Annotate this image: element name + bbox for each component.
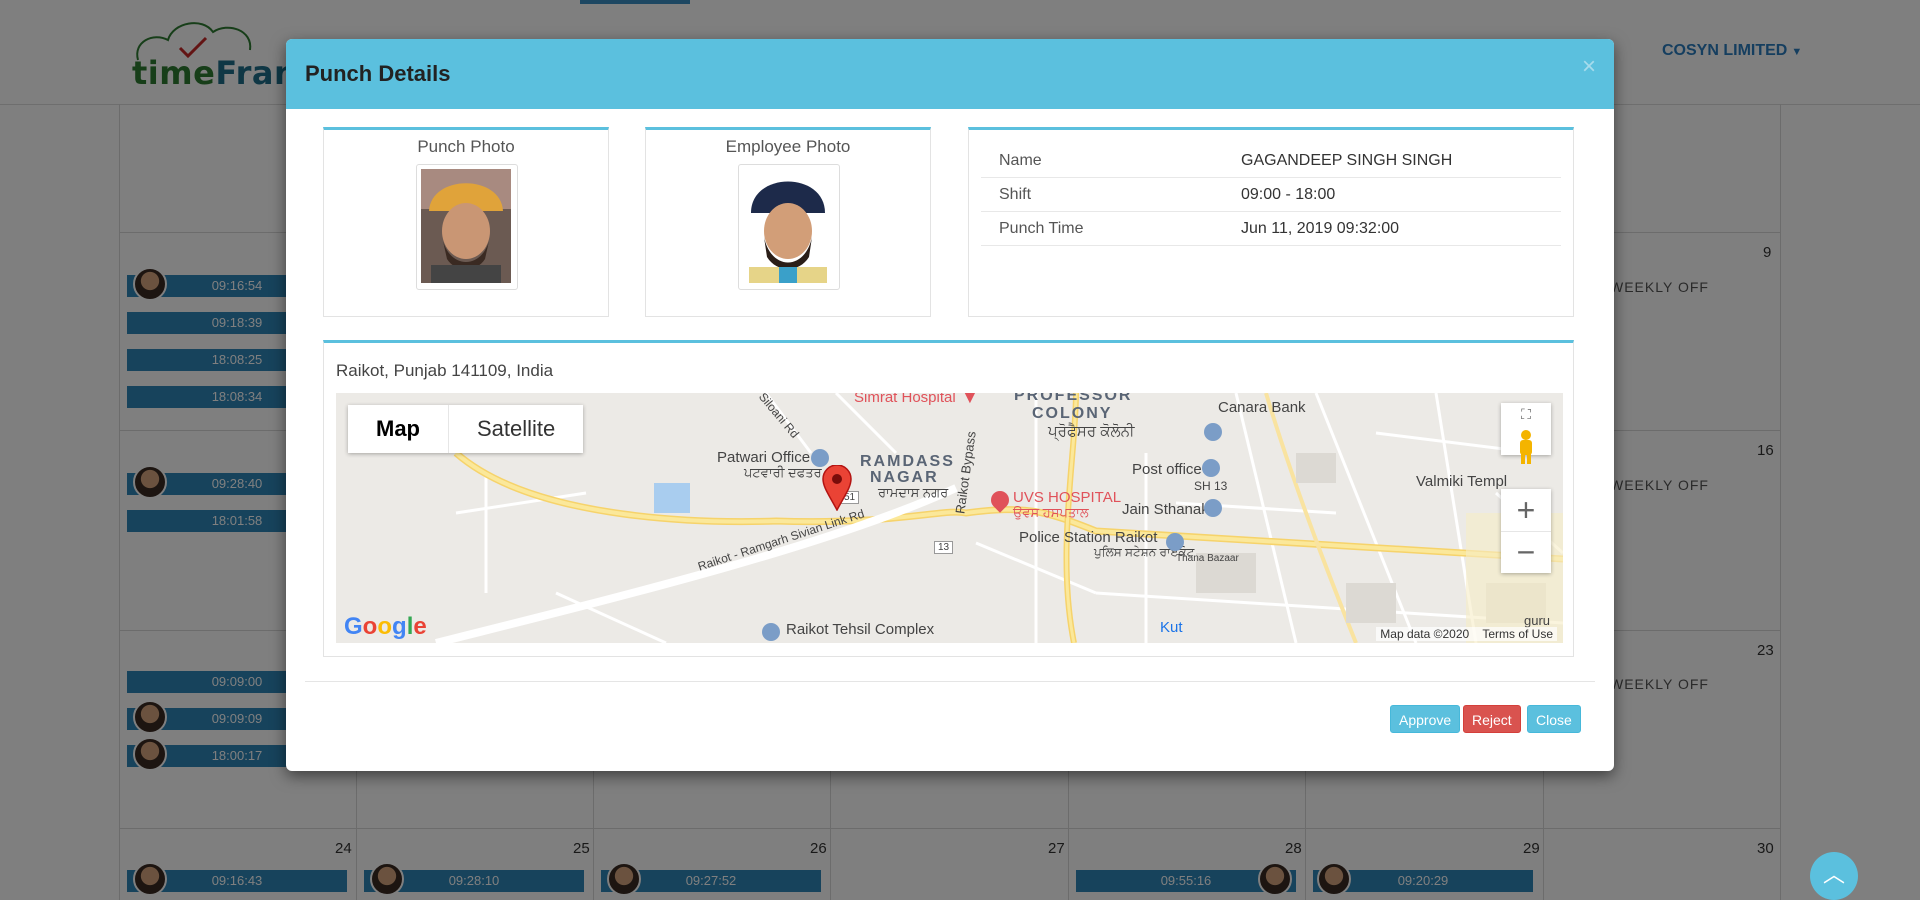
temple-marker-icon [1204, 499, 1222, 517]
location-pin-icon[interactable] [821, 465, 853, 511]
reject-button[interactable]: Reject [1463, 705, 1521, 733]
map-label: ਉਵਸ ਹਸਪਤਾਲ [1013, 505, 1089, 520]
office-marker-icon [762, 623, 780, 641]
zoom-out-button[interactable]: − [1501, 532, 1551, 572]
info-label: Punch Time [981, 211, 1223, 246]
employee-name-value: GAGANDEEP SINGH SINGH [1223, 144, 1561, 178]
map-label: ਪਟਵਾਰੀ ਦਫਤਰ [744, 465, 822, 480]
zoom-in-button[interactable]: + [1501, 489, 1551, 532]
location-map[interactable]: Simrat Hospital PROFESSOR COLONY ਪ੍ਰੋਫੈਸ… [336, 393, 1563, 643]
post-office-marker-icon [1202, 459, 1220, 477]
punch-details-modal: Punch Details × Punch Photo Employee Pho… [286, 39, 1614, 771]
map-label: ਰਾਮਦਾਸ ਨਗਰ [878, 485, 949, 500]
employee-photo-label: Employee Photo [725, 137, 851, 156]
punch-photo-image [421, 169, 511, 283]
pegman-icon [1520, 430, 1532, 464]
map-label: Valmiki Templ [1416, 473, 1508, 490]
hospital-marker-icon: ▼ [961, 393, 979, 407]
map-label: Police Station Raikot [1019, 529, 1158, 546]
modal-header: Punch Details × [286, 39, 1614, 109]
google-logo[interactable]: Google [344, 613, 427, 641]
punch-info-table: Name GAGANDEEP SINGH SINGH Shift 09:00 -… [981, 144, 1561, 246]
route-shield: 13 [934, 541, 954, 554]
terms-of-use-link[interactable]: Terms of Use [1482, 627, 1553, 641]
info-label: Shift [981, 177, 1223, 212]
bank-marker-icon [1204, 423, 1222, 441]
employee-info-panel: Name GAGANDEEP SINGH SINGH Shift 09:00 -… [968, 127, 1574, 317]
approve-button[interactable]: Approve [1390, 705, 1461, 733]
punch-address: Raikot, Punjab 141109, India [336, 361, 554, 380]
punch-photo[interactable] [416, 164, 518, 290]
punch-photo-label: Punch Photo [417, 137, 515, 156]
info-row-punch-time: Punch Time Jun 11, 2019 09:32:00 [981, 211, 1561, 246]
map-label: Canara Bank [1218, 399, 1306, 416]
modal-title: Punch Details [305, 61, 451, 86]
close-icon[interactable]: × [1582, 53, 1596, 81]
map-label: Thana Bazaar [1176, 553, 1239, 564]
map-label: Jain Sthanak [1122, 501, 1209, 518]
map-type-map-button[interactable]: Map [348, 405, 449, 453]
police-marker-icon [1166, 533, 1184, 551]
map-label: ਪ੍ਰੋਫੈਸਰ ਕੋਲੋਨੀ [1048, 423, 1135, 440]
map-type-toggle: Map Satellite [348, 405, 584, 453]
map-type-satellite-button[interactable]: Satellite [449, 405, 583, 453]
map-label: guru [1524, 613, 1551, 628]
street-view-pegman[interactable] [1501, 419, 1551, 469]
info-row-shift: Shift 09:00 - 18:00 [981, 177, 1561, 212]
map-label: SH 13 [1194, 479, 1228, 493]
location-panel: Raikot, Punjab 141109, India Simrat Hosp… [323, 340, 1574, 657]
map-label: COLONY [1032, 405, 1113, 422]
map-label: PROFESSOR [1014, 393, 1133, 404]
punch-time-value: Jun 11, 2019 09:32:00 [1223, 211, 1561, 246]
employee-photo-panel: Employee Photo [645, 127, 931, 317]
close-button[interactable]: Close [1527, 705, 1581, 733]
scroll-to-top-button[interactable]: ︿ [1810, 852, 1858, 900]
shift-value: 09:00 - 18:00 [1223, 177, 1561, 212]
map-label: UVS HOSPITAL [1013, 489, 1122, 506]
map-label: Post office [1132, 461, 1202, 478]
employee-photo-image [743, 169, 833, 283]
info-label: Name [981, 144, 1223, 178]
employee-photo[interactable] [738, 164, 840, 290]
map-label: Raikot Tehsil Complex [786, 621, 935, 638]
info-row-name: Name GAGANDEEP SINGH SINGH [981, 144, 1561, 178]
map-attribution: Map data ©2020 Terms of Use [1376, 627, 1557, 641]
map-label: Simrat Hospital [854, 393, 956, 406]
modal-footer-divider [305, 681, 1595, 682]
map-label: Patwari Office [717, 449, 811, 466]
punch-photo-panel: Punch Photo [323, 127, 609, 317]
map-data-text: Map data ©2020 [1380, 627, 1470, 641]
chevron-up-icon: ︿ [1822, 862, 1845, 887]
map-label: Kut [1160, 619, 1183, 636]
zoom-controls: + − [1501, 489, 1551, 573]
